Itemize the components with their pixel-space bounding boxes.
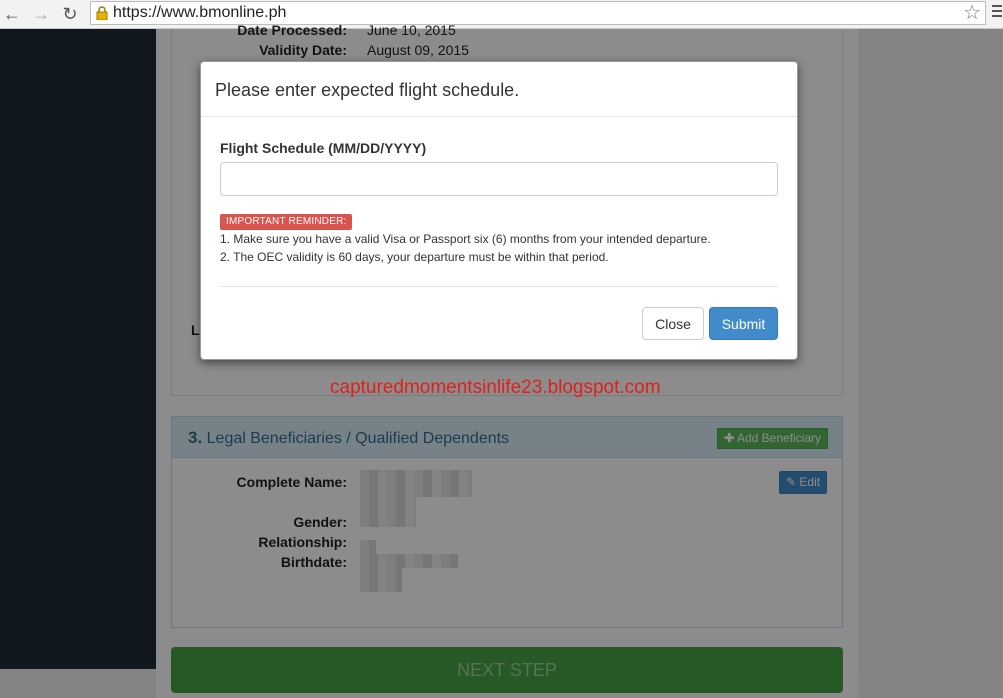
reload-icon[interactable]: ↻ bbox=[59, 3, 81, 25]
watermark-text: capturedmomentsinlife23.blogspot.com bbox=[330, 377, 661, 398]
lock-icon bbox=[96, 6, 108, 20]
modal-footer-divider bbox=[220, 286, 778, 287]
url-text: https://www.bmonline.ph bbox=[113, 4, 287, 21]
hamburger-menu-icon[interactable] bbox=[992, 5, 1002, 20]
address-bar[interactable]: https://www.bmonline.ph ☆ bbox=[90, 1, 986, 25]
browser-toolbar: ← → ↻ https://www.bmonline.ph ☆ bbox=[0, 0, 1003, 29]
modal-header-divider bbox=[201, 116, 797, 117]
submit-button[interactable]: Submit bbox=[709, 307, 778, 340]
flight-schedule-modal: Please enter expected flight schedule. F… bbox=[200, 61, 798, 360]
reminder-note-1: 1. Make sure you have a valid Visa or Pa… bbox=[220, 232, 711, 246]
arrow-left-icon[interactable]: ← bbox=[1, 3, 23, 25]
modal-title: Please enter expected flight schedule. bbox=[215, 80, 520, 100]
star-icon[interactable]: ☆ bbox=[963, 2, 981, 24]
arrow-right-icon[interactable]: → bbox=[30, 3, 52, 25]
close-button[interactable]: Close bbox=[642, 307, 704, 340]
important-reminder-badge: IMPORTANT REMINDER: bbox=[220, 214, 353, 230]
flight-schedule-label: Flight Schedule (MM/DD/YYYY) bbox=[220, 140, 427, 156]
reminder-note-2: 2. The OEC validity is 60 days, your dep… bbox=[220, 250, 609, 264]
flight-schedule-input[interactable] bbox=[220, 162, 778, 196]
